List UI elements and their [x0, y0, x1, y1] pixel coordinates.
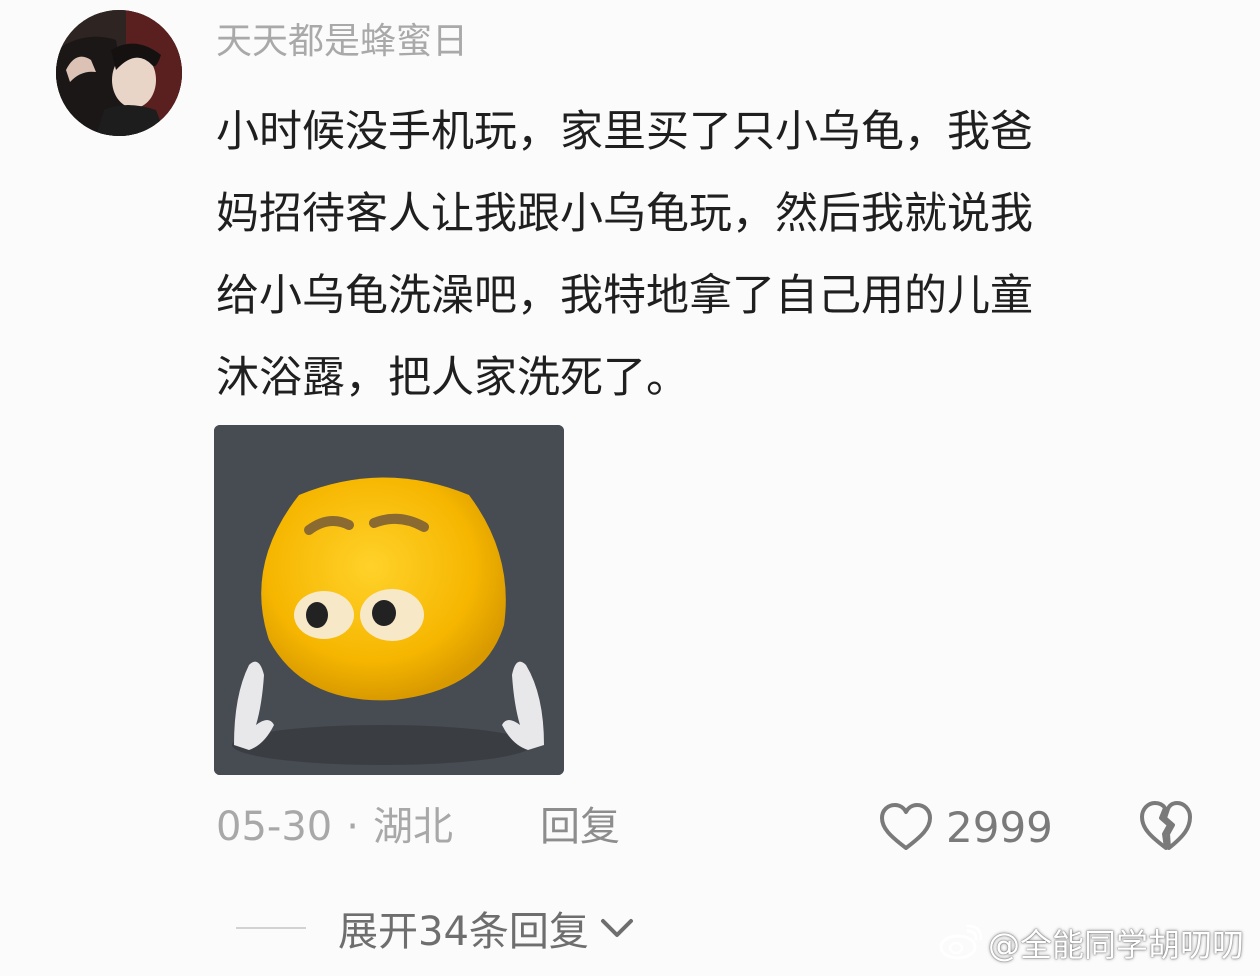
- reply-button[interactable]: 回复: [540, 800, 620, 854]
- like-count: 2999: [946, 802, 1053, 852]
- weibo-logo-icon: [939, 925, 982, 960]
- comment-line: 小时候没手机玩，家里买了只小乌龟，我爸: [216, 107, 1033, 157]
- divider-dash: [236, 927, 306, 929]
- comment-location: 湖北: [372, 804, 453, 850]
- dislike-button[interactable]: [1136, 798, 1196, 856]
- comment-line: 给小乌龟洗澡吧，我特地拿了自己用的儿童: [216, 271, 1033, 321]
- broken-heart-icon: [1140, 801, 1192, 850]
- comment-line: 妈招待客人让我跟小乌龟玩，然后我就说我: [216, 189, 1033, 239]
- watermark: @全能同学胡叨叨: [938, 920, 1244, 966]
- expand-replies-button[interactable]: 展开34条回复: [236, 898, 637, 958]
- chevron-down-icon: [600, 919, 633, 937]
- watermark-text: @全能同学胡叨叨: [987, 926, 1244, 964]
- heart-icon: [880, 803, 932, 850]
- comment-meta: 05-30 · 湖北: [216, 800, 453, 854]
- comment-line: 沐浴露，把人家洗死了。: [216, 353, 689, 403]
- emoji-sticker-image[interactable]: [214, 425, 564, 775]
- expand-replies-label: 展开34条回复: [338, 909, 589, 955]
- avatar[interactable]: [56, 10, 182, 136]
- like-button[interactable]: 2999: [878, 798, 1053, 856]
- avatar-photo: [56, 10, 182, 136]
- username[interactable]: 天天都是蜂蜜日: [216, 16, 468, 68]
- comment-page: 天天都是蜂蜜日 小时候没手机玩，家里买了只小乌龟，我爸 妈招待客人让我跟小乌龟玩…: [0, 0, 1260, 976]
- comment-text: 小时候没手机玩，家里买了只小乌龟，我爸 妈招待客人让我跟小乌龟玩，然后我就说我 …: [216, 91, 1216, 419]
- comment-date: 05-30: [216, 804, 333, 850]
- meta-separator: ·: [346, 804, 359, 850]
- sad-emoji-illustration: [214, 425, 564, 775]
